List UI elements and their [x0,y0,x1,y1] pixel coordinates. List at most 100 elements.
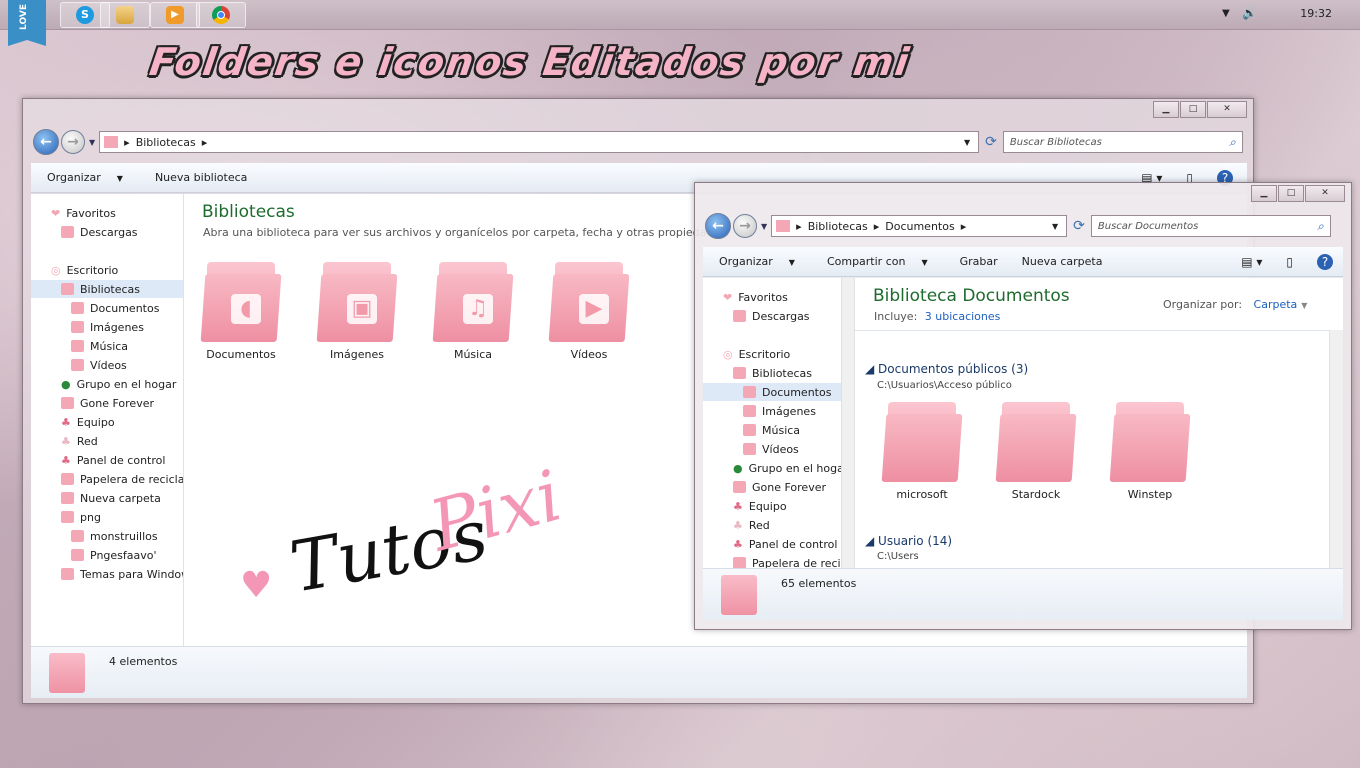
nav-equipo[interactable]: ♣ Equipo [733,497,787,515]
nav-png[interactable]: png [61,508,101,526]
nav-bibliotecas[interactable]: Bibliotecas [31,280,183,298]
computer-icon: ♣ [61,415,71,429]
folder-winstep[interactable]: Winstep [1105,396,1195,501]
nav-nueva-carpeta[interactable]: Nueva carpeta [61,489,161,507]
search-input[interactable]: Buscar Documentos ⌕ [1090,215,1331,237]
new-folder-button[interactable]: Nueva carpeta [1022,255,1103,268]
nav-equipo[interactable]: ♣ Equipo [61,413,115,431]
star-icon: ❤ [51,206,61,220]
nav-red[interactable]: ♣ Red [733,516,770,534]
search-icon: ⌕ [1229,135,1236,149]
close-button[interactable]: ✕ [1207,101,1247,118]
refresh-icon[interactable]: ⟳ [985,134,997,150]
organize-button[interactable]: Organizar ▼ [719,255,803,268]
clock[interactable]: 19:32 [1300,7,1332,20]
folder-videos[interactable]: ▶ Vídeos [544,256,634,361]
nav-musica[interactable]: Música [743,421,800,439]
nav-red[interactable]: ♣ Red [61,432,98,450]
nav-favoritos[interactable]: ❤ Favoritos [723,288,788,306]
nav-papelera[interactable]: Papelera de reciclaje [61,470,183,488]
breadcrumb-bibliotecas[interactable]: Bibliotecas [808,220,868,233]
includes-link[interactable]: 3 ubicaciones [925,310,1001,323]
organize-button[interactable]: Organizar ▼ [47,171,131,184]
folder-label: microsoft [896,488,948,501]
nav-musica[interactable]: Música [71,337,128,355]
nav-grupo-hogar[interactable]: ● Grupo en el hogar [61,375,176,393]
folder-stardock[interactable]: Stardock [991,396,1081,501]
folder-musica[interactable]: ♫ Música [428,256,518,361]
nav-bibliotecas[interactable]: Bibliotecas [733,364,812,382]
minimize-button[interactable]: ▁ [1251,185,1277,202]
navigation-pane: ❤ Favoritos Descargas ◎ Escritorio Bibliot… [703,278,855,568]
search-input[interactable]: Buscar Bibliotecas ⌕ [1002,131,1243,153]
folder-label: Winstep [1127,488,1173,501]
address-bar[interactable]: ▸ Bibliotecas ▸ ▼ [99,131,980,153]
folder-documentos[interactable]: ◖ Documentos [196,256,286,361]
minimize-button[interactable]: ▁ [1153,101,1179,118]
nav-papelera[interactable]: Papelera de reciclaje [733,554,854,568]
back-button[interactable]: ← [705,213,731,239]
nav-escritorio[interactable]: ◎ Escritorio [723,345,790,363]
network-icon: ♣ [61,434,71,448]
nav-imagenes[interactable]: Imágenes [743,402,816,420]
nav-panel-control[interactable]: ♣ Panel de control [733,535,837,553]
group-documentos-publicos[interactable]: ◢ Documentos públicos (3) [865,362,1028,376]
nav-gone-forever[interactable]: Gone Forever [733,478,826,496]
view-options-icon[interactable]: ▤ ▾ [1241,255,1262,269]
music-folder-icon: ♫ [432,256,514,342]
nav-pngesfaavo[interactable]: Pngesfaavo' [71,546,157,564]
refresh-icon[interactable]: ⟳ [1073,218,1085,234]
close-button[interactable]: ✕ [1305,185,1345,202]
nav-escritorio[interactable]: ◎ Escritorio [51,261,118,279]
nav-panel-control[interactable]: ♣ Panel de control [61,451,165,469]
address-bar[interactable]: ▸ Bibliotecas ▸ Documentos ▸ ▼ [771,215,1068,237]
homegroup-icon: ● [733,461,743,475]
forward-button[interactable]: → [733,214,757,238]
videos-folder-icon: ▶ [548,256,630,342]
nav-favoritos[interactable]: ❤ Favoritos [51,204,116,222]
nav-gone-forever[interactable]: Gone Forever [61,394,154,412]
volume-icon[interactable]: 🔊 [1242,6,1257,20]
nav-videos[interactable]: Vídeos [743,440,799,458]
preview-pane-icon[interactable]: ▯ [1286,255,1293,269]
folder-label: Documentos [206,348,276,361]
nav-documentos[interactable]: Documentos [703,383,843,401]
forward-button[interactable]: → [61,130,85,154]
breadcrumb-bibliotecas[interactable]: Bibliotecas [136,136,196,149]
nav-videos[interactable]: Vídeos [71,356,127,374]
taskbar-chrome-button[interactable] [196,2,246,28]
nav-documentos[interactable]: Documentos [71,299,159,317]
nav-descargas[interactable]: Descargas [61,223,138,241]
maximize-button[interactable]: □ [1180,101,1206,118]
burn-button[interactable]: Grabar [960,255,998,268]
search-icon: ⌕ [1317,219,1324,233]
folder-imagenes[interactable]: ▣ Imágenes [312,256,402,361]
breadcrumb-documentos[interactable]: Documentos [885,220,954,233]
history-dropdown-icon[interactable]: ▼ [761,222,767,231]
nav-scrollbar[interactable] [841,278,854,568]
content-scrollbar[interactable] [1329,330,1343,568]
folder-microsoft[interactable]: microsoft [877,396,967,501]
nav-imagenes[interactable]: Imágenes [71,318,144,336]
history-dropdown-icon[interactable]: ▼ [89,138,95,147]
nav-monstruillos[interactable]: monstruillos [71,527,158,545]
watermark: ♥ Tutos Pixi [240,454,590,630]
taskbar-media-button[interactable]: ▶ [150,2,200,28]
help-icon[interactable]: ? [1317,253,1333,270]
taskbar-explorer-button[interactable] [100,2,150,28]
group-usuario[interactable]: ◢ Usuario (14) [865,534,952,548]
nav-temas[interactable]: Temas para Windows [61,565,183,583]
folder-label: Stardock [1011,488,1061,501]
nav-descargas[interactable]: Descargas [733,307,810,325]
arrange-dropdown[interactable]: Carpeta ▼ [1254,298,1308,311]
includes-row: Incluye: 3 ubicaciones [874,310,1001,323]
nav-bar: ← → ▼ ▸ Bibliotecas ▸ ▼ ⟳ Buscar Bibliot… [33,129,1243,155]
back-button[interactable]: ← [33,129,59,155]
tray-arrow-icon[interactable]: ▼ [1222,8,1230,19]
nav-grupo-hogar[interactable]: ● Grupo en el hogar [733,459,848,477]
new-library-button[interactable]: Nueva biblioteca [155,171,247,184]
maximize-button[interactable]: □ [1278,185,1304,202]
control-panel-icon: ♣ [61,453,71,467]
homegroup-icon: ● [61,377,71,391]
share-button[interactable]: Compartir con ▼ [827,255,936,268]
